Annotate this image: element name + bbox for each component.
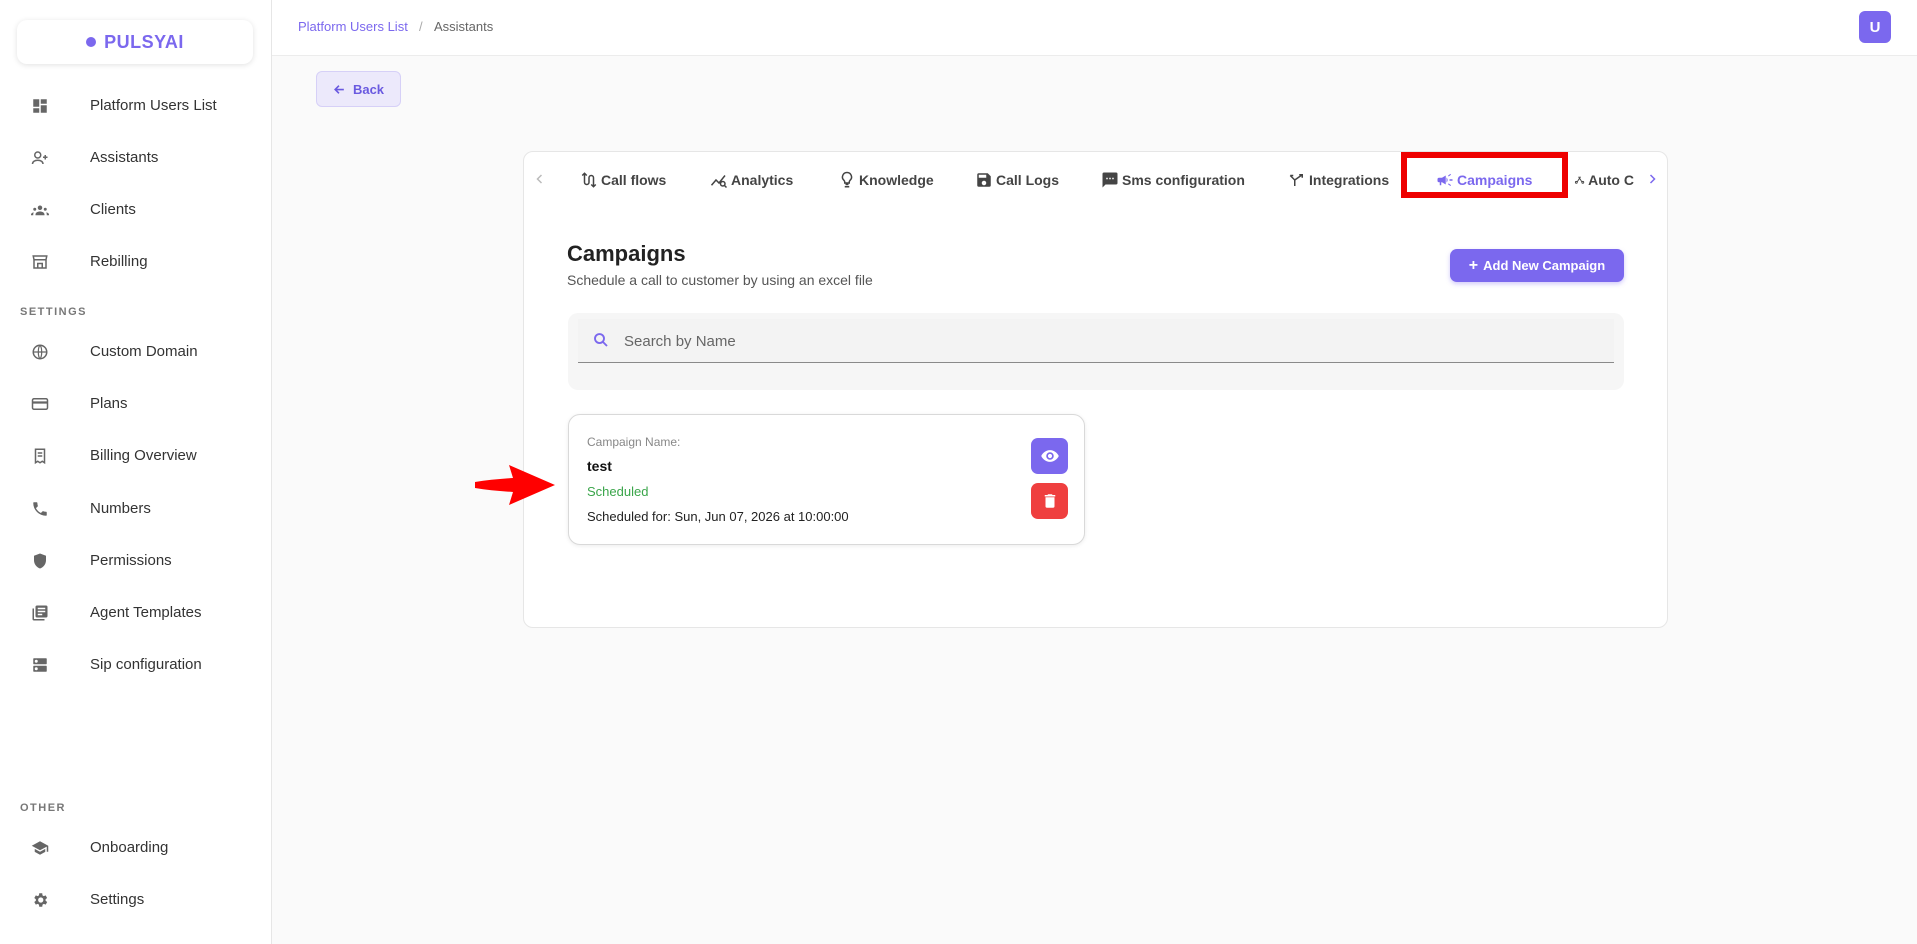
top-bar: Platform Users List / Assistants U (272, 0, 1917, 56)
tab-label: Auto C (1588, 172, 1634, 188)
tab-label: Knowledge (859, 172, 934, 188)
sidebar-item-label: Agent Templates (90, 603, 202, 621)
chevron-left-icon (536, 174, 543, 184)
receipt-icon (34, 448, 46, 465)
breadcrumb-platform-users-list[interactable]: Platform Users List (298, 19, 408, 34)
credit-card-icon (31, 398, 49, 410)
logo-dot (86, 37, 97, 47)
plus-icon: + (1468, 256, 1479, 274)
breadcrumb-separator: / (419, 19, 423, 34)
tab-label: Call Logs (996, 172, 1060, 188)
call-flows-icon (581, 172, 597, 188)
add-new-campaign-button[interactable]: + Add New Campaign (1450, 249, 1624, 282)
sidebar-item-sip-configuration[interactable]: Sip configuration (0, 644, 271, 684)
search-container (568, 313, 1624, 390)
back-button[interactable]: Back (316, 71, 401, 107)
shield-icon (34, 553, 46, 569)
search-icon (594, 333, 608, 347)
sidebar-item-label: Permissions (90, 551, 172, 569)
sidebar-item-clients[interactable]: Clients (0, 189, 271, 229)
logo[interactable]: PULSYAI (17, 20, 253, 64)
sidebar-item-settings[interactable]: Settings (0, 879, 271, 919)
avatar[interactable]: U (1859, 11, 1891, 43)
sidebar-item-label: Numbers (90, 499, 151, 517)
gear-icon (34, 893, 48, 907)
tabs-scroll-right[interactable] (1642, 164, 1662, 194)
groups-icon (31, 205, 49, 216)
tab-auto[interactable]: Auto C (1574, 162, 1634, 198)
campaign-name: test (587, 458, 612, 474)
campaign-status: Scheduled (587, 484, 649, 499)
tab-call-flows[interactable]: Call flows (580, 162, 666, 198)
sidebar-item-label: Rebilling (90, 252, 148, 270)
tab-label: Sms configuration (1122, 172, 1245, 188)
sidebar-item-agent-templates[interactable]: Agent Templates (0, 592, 271, 632)
settings-section-label: SETTINGS (20, 306, 88, 318)
globe-icon (32, 344, 48, 360)
sidebar-item-rebilling[interactable]: Rebilling (0, 241, 271, 281)
other-section-label: OTHER (20, 802, 66, 814)
save-icon (977, 173, 991, 187)
back-button-label: Back (352, 81, 385, 97)
sidebar-item-label: Sip configuration (90, 655, 202, 673)
sidebar-item-assistants[interactable]: Assistants (0, 137, 271, 177)
tab-analytics[interactable]: Analytics (710, 162, 793, 198)
chevron-right-icon (1649, 174, 1656, 184)
library-books-icon (32, 605, 48, 621)
trash-icon (1044, 494, 1055, 508)
sidebar-item-label: Platform Users List (90, 96, 217, 114)
tab-call-logs[interactable]: Call Logs (975, 162, 1059, 198)
sidebar-item-label: Plans (90, 394, 128, 412)
lightbulb-icon (841, 171, 853, 188)
sidebar-item-label: Custom Domain (90, 342, 198, 360)
tab-knowledge[interactable]: Knowledge (838, 162, 934, 198)
dashboard-icon (33, 99, 47, 113)
dns-icon (33, 658, 47, 672)
sidebar-item-label: Assistants (90, 148, 159, 166)
sidebar-item-onboarding[interactable]: Onboarding (0, 827, 271, 867)
tab-label: Integrations (1309, 172, 1390, 188)
delete-campaign-button[interactable] (1031, 483, 1068, 519)
tabs-scroll-left[interactable] (530, 164, 550, 194)
sidebar-item-label: Clients (90, 200, 136, 218)
storefront-icon (32, 255, 48, 269)
page-title: Campaigns (567, 241, 686, 266)
view-campaign-button[interactable] (1031, 438, 1068, 474)
tab-label: Call flows (601, 172, 667, 188)
campaign-scheduled-for: Scheduled for: Sun, Jun 07, 2026 at 10:0… (587, 509, 849, 524)
search-input[interactable] (624, 329, 1584, 353)
search-field[interactable] (578, 319, 1614, 363)
logo-text: PULSYAI (104, 31, 184, 52)
campaign-name-label: Campaign Name: (587, 435, 681, 449)
sidebar-item-numbers[interactable]: Numbers (0, 488, 271, 528)
sidebar-item-label: Billing Overview (90, 446, 197, 464)
merge-icon (1289, 174, 1303, 186)
tab-label: Analytics (731, 172, 794, 188)
eye-icon (1040, 450, 1059, 462)
tab-integrations[interactable]: Integrations (1288, 162, 1389, 198)
phone-icon (33, 502, 47, 516)
breadcrumb-assistants: Assistants (434, 19, 494, 34)
arrow-left-icon (333, 84, 344, 94)
analytics-icon (710, 175, 728, 189)
red-arrow-annotation (475, 465, 555, 505)
auto-icon (1574, 176, 1585, 184)
page-subtitle: Schedule a call to customer by using an … (567, 272, 873, 288)
sidebar-item-platform-users-list[interactable]: Platform Users List (0, 85, 271, 125)
school-icon (31, 841, 49, 855)
sidebar-item-plans[interactable]: Plans (0, 383, 271, 423)
sidebar-item-permissions[interactable]: Permissions (0, 540, 271, 580)
sidebar-item-custom-domain[interactable]: Custom Domain (0, 331, 271, 371)
sidebar-item-billing-overview[interactable]: Billing Overview (0, 435, 271, 475)
sidebar: PULSYAI Platform Users List Assistants C… (0, 0, 272, 944)
campaign-card: Campaign Name: test Scheduled Scheduled … (568, 414, 1085, 545)
sidebar-item-label: Onboarding (90, 838, 169, 856)
person-add-icon (31, 151, 48, 165)
sms-icon (1102, 172, 1118, 188)
sidebar-item-label: Settings (90, 890, 145, 908)
add-new-campaign-label: Add New Campaign (1483, 258, 1606, 273)
assistant-panel: Call flows Analytics Knowledge Call Logs… (523, 151, 1668, 628)
tab-highlight-box (1401, 152, 1568, 198)
tab-sms-configuration[interactable]: Sms configuration (1101, 162, 1245, 198)
